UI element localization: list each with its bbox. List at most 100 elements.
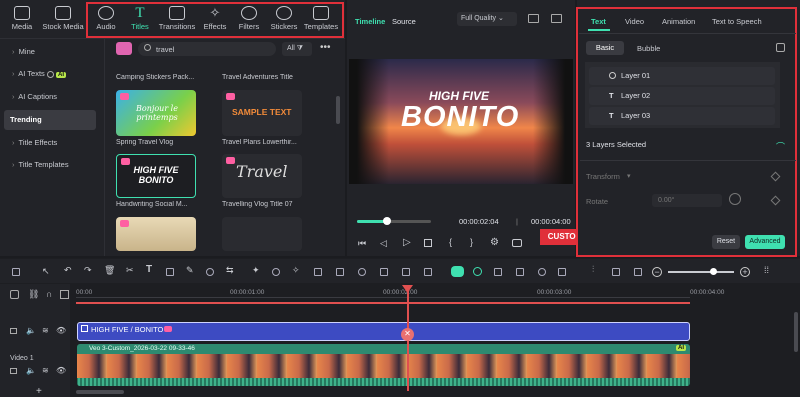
library-item-thumb[interactable] [116,217,196,251]
motion-track-icon[interactable] [272,268,280,276]
transform-label[interactable]: Transform [586,172,620,181]
marker-icon[interactable] [516,268,524,276]
sidebar-item-title-effects[interactable]: › Title Effects [4,133,96,153]
subtab-bubble[interactable]: Bubble [637,44,660,53]
transform-caret-icon[interactable]: ▾ [627,172,631,180]
link-icon[interactable]: ⛓ [28,289,39,300]
export-icon[interactable] [402,268,410,276]
timeline-vscrollbar[interactable] [794,312,798,352]
library-item-thumb[interactable]: Bonjour le printemps [116,90,196,136]
transform-icon[interactable] [314,268,322,276]
sidebar-item-trending[interactable]: Trending [4,110,96,130]
search-input[interactable]: travel [138,42,276,56]
keyframe-curve-icon[interactable]: ⌒ [776,140,785,153]
rotate-dial-icon[interactable] [729,193,741,205]
title-clip[interactable]: HIGH FIVE / BONITO [77,322,690,341]
lock-icon[interactable] [10,368,17,374]
quality-select[interactable]: Full Quality ⌄ [457,12,517,26]
track-manage-icon[interactable] [612,268,620,276]
select-arrow-icon[interactable]: ↖ [42,266,50,276]
voiceover-mic-icon[interactable] [538,268,546,276]
text-tool-icon[interactable]: T [146,264,154,275]
detach-icon[interactable] [558,268,566,276]
more-grid-icon[interactable]: ⁞⁞ [764,265,769,275]
magnet-icon[interactable]: ∩ [46,289,52,299]
library-scrollbar[interactable] [336,96,340,124]
mask-icon[interactable] [336,268,344,276]
ai-mascot-icon[interactable] [451,266,464,277]
nav-stock-media[interactable]: Stock Media [40,6,86,31]
zoom-out-icon[interactable]: − [652,267,662,277]
lock-icon[interactable] [10,328,17,334]
picture-icon[interactable] [634,268,642,276]
eye-icon[interactable]: 👁 [56,366,66,375]
nav-media[interactable]: Media [4,6,40,31]
settings-gear-icon[interactable]: ⚙ [490,237,499,248]
progress-handle[interactable] [382,217,391,225]
reset-button[interactable]: Reset [712,235,740,249]
layer-item[interactable]: T Layer 03 [589,107,775,125]
audio-tool-icon[interactable] [358,268,366,276]
zoom-in-icon[interactable]: + [740,267,750,277]
video-clip[interactable]: Veo 3-Custom_2026-03-22 09-33-46 AI [77,344,690,386]
library-item-thumb[interactable]: Travel [222,154,302,198]
split-marker-icon[interactable]: ✕ [401,328,414,341]
sidebar-item-mine[interactable]: › Mine [4,42,96,62]
tab-text-to-speech[interactable]: Text to Speech [712,17,762,26]
keyframe-icon[interactable]: ✧ [292,265,300,275]
zoom-slider[interactable] [668,271,734,273]
more-options-icon[interactable]: ••• [320,42,331,53]
tab-source[interactable]: Source [392,17,416,26]
speed-icon[interactable] [206,268,214,276]
snapshot-camera-icon[interactable] [512,239,522,247]
split-scissors-icon[interactable]: ✂ [126,265,134,275]
subtab-basic[interactable]: Basic [586,41,624,55]
sidebar-item-title-templates[interactable]: › Title Templates [4,155,96,175]
track-height-icon[interactable] [60,290,69,299]
redo-icon[interactable]: ↷ [84,265,92,275]
mark-out-icon[interactable]: } [470,237,473,247]
snap-icon[interactable] [494,268,502,276]
timeline-hscrollbar[interactable] [76,390,124,394]
delete-icon[interactable]: 🗑 [104,265,115,275]
eye-icon[interactable]: 👁 [56,326,66,335]
library-item-thumb[interactable]: SAMPLE TEXT [222,90,302,136]
crop-icon[interactable] [166,268,174,276]
zoom-slider-handle[interactable] [710,268,717,275]
stabilize-icon[interactable] [380,268,388,276]
color-match-icon[interactable]: ⇆ [226,265,234,275]
advanced-button[interactable]: Advanced [745,235,785,249]
tab-timeline[interactable]: Timeline [355,17,385,26]
library-item-thumb-selected[interactable]: HIGH FIVE BONITO [116,154,196,198]
add-track-plus-icon[interactable]: + [36,387,42,397]
pen-icon[interactable]: ✎ [186,265,194,275]
add-track-icon[interactable] [10,290,19,299]
rotate-input[interactable]: 0.00° [652,194,722,207]
tab-video[interactable]: Video [625,17,644,26]
filter-all-button[interactable]: All ⧩ [282,42,312,56]
render-icon[interactable] [473,267,482,276]
save-preset-icon[interactable] [776,43,785,52]
layer-item[interactable]: T Layer 02 [589,87,775,105]
video-preview[interactable]: HIGH FIVE BONITO [349,59,573,184]
sidebar-item-ai-texts[interactable]: › AI Texts AI [4,64,96,84]
tab-animation[interactable]: Animation [662,17,695,26]
sidebar-item-ai-captions[interactable]: › AI Captions [4,87,96,107]
play-icon[interactable]: ▷ [403,237,411,248]
folder-icon[interactable] [116,42,132,55]
progress-track[interactable] [357,217,431,225]
library-item-thumb[interactable] [222,217,302,251]
audio-wave-icon[interactable]: ≋ [42,326,49,335]
ai-tool-icon[interactable]: ✦ [252,265,260,275]
stop-icon[interactable] [424,239,432,247]
layout-icon[interactable] [12,268,20,276]
prev-frame-icon[interactable]: ⏮ [358,238,366,249]
mute-icon[interactable]: 🔈 [26,366,36,375]
audio-wave-icon[interactable]: ≋ [42,366,49,375]
layer-item[interactable]: Layer 01 [589,67,775,85]
grid-icon[interactable] [551,14,562,23]
mute-icon[interactable]: 🔈 [26,326,36,335]
undo-icon[interactable]: ↶ [64,265,72,275]
mixer-icon[interactable]: ⫶ [592,264,600,274]
step-back-icon[interactable]: ◁ [380,238,387,249]
